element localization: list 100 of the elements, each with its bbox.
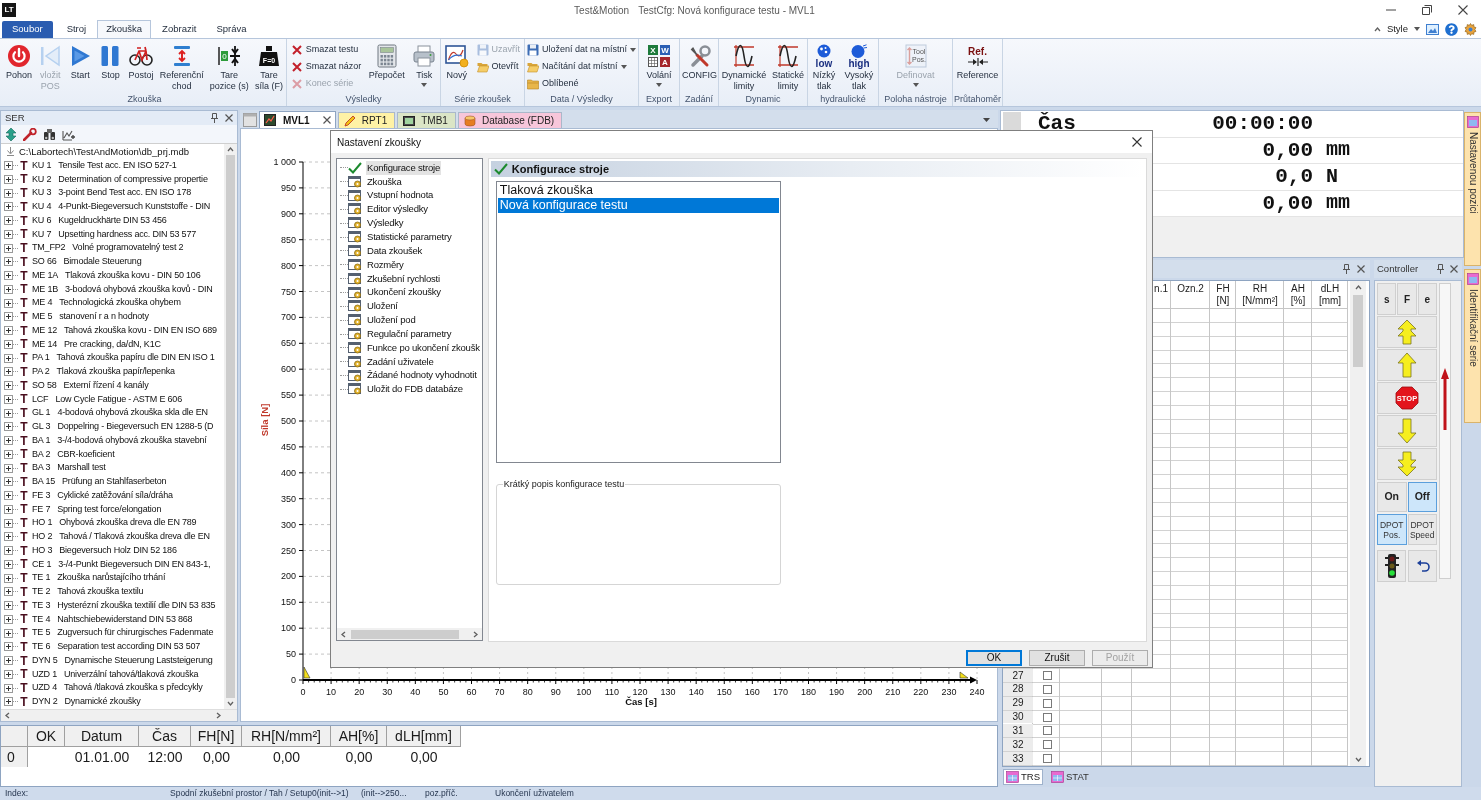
expand-icon[interactable]: [4, 202, 13, 212]
tree-item[interactable]: DYN 2 Dynamické zkoušky: [32, 695, 141, 709]
ribbon-tab[interactable]: Zkouška: [97, 20, 152, 38]
caret-down-icon[interactable]: [983, 117, 990, 122]
close-icon[interactable]: [1450, 265, 1458, 273]
expand-icon[interactable]: [4, 642, 13, 652]
cancel-button[interactable]: Zrušit: [1029, 650, 1085, 666]
description-field[interactable]: Krátký popis konfigurace testu: [495, 478, 781, 585]
nav-item[interactable]: Žádané hodnoty vyhodnotit: [366, 368, 478, 383]
help-icon[interactable]: [1445, 22, 1458, 36]
tree-item[interactable]: TE 3 Hysterézní zkouška textilií dle DIN 53 835: [32, 598, 216, 613]
nav-item[interactable]: Funkce po ukončení zkoušk: [366, 340, 481, 355]
side-tab[interactable]: Nastavenou pozici: [1464, 112, 1481, 266]
ribbon-tab[interactable]: Stroj: [57, 21, 96, 38]
nav-item[interactable]: Uložit do FDB databáze: [366, 382, 464, 397]
side-tab[interactable]: Identifikační serie: [1464, 269, 1481, 423]
expand-icon[interactable]: [4, 422, 13, 432]
tree-item[interactable]: KU 1 Tensile Test acc. EN ISO 527-1: [32, 158, 177, 173]
document-tab[interactable]: TMB1: [397, 112, 456, 128]
checkbox[interactable]: [1043, 698, 1052, 708]
tree-item[interactable]: ME 5 stanovení r a n hodnoty: [32, 310, 149, 324]
drive-toggle-button[interactable]: On: [1377, 482, 1407, 512]
tree-item[interactable]: ME 1A Tlaková zkouška kovu - DIN 50 106: [32, 268, 201, 283]
horizontal-scrollbar[interactable]: [1, 709, 237, 721]
undo-button[interactable]: [1408, 550, 1437, 582]
document-tab[interactable]: MVL1: [259, 111, 336, 128]
tree-item[interactable]: KU 3 3-point Bend Test acc. EN ISO 178: [32, 186, 192, 200]
close-icon[interactable]: [1357, 265, 1365, 273]
expand-icon[interactable]: [4, 477, 13, 487]
mode-button[interactable]: s: [1377, 283, 1397, 315]
low-pressure-button[interactable]: low Nízký tlak: [810, 39, 838, 91]
pin-icon[interactable]: [1343, 264, 1350, 274]
high-pressure-button[interactable]: high Vysoký tlak: [842, 39, 876, 91]
expand-icon[interactable]: [4, 656, 13, 666]
mode-button[interactable]: F: [1397, 283, 1417, 315]
load-data-button[interactable]: Načítání dat místní: [525, 58, 639, 75]
expand-icon[interactable]: [4, 243, 13, 253]
save-data-button[interactable]: Uložení dat na místní: [525, 41, 639, 58]
tree-root[interactable]: C:\Labortech\TestAndMotion\db_prj.mdb: [19, 144, 190, 159]
chevron-right-icon[interactable]: [215, 712, 222, 719]
tree-item[interactable]: FE 7 Spring test force/elongation: [32, 502, 162, 517]
tree-item[interactable]: SO 58 Externí řízení 4 kanály: [32, 378, 149, 393]
nav-item[interactable]: Zkušební rychlosti: [366, 271, 441, 286]
tree-item[interactable]: BA 1 3-/4-bodová ohybová zkouška stavební: [32, 433, 207, 448]
tare-position-button[interactable]: 0 Tare pozice (s): [207, 39, 251, 91]
tree-item[interactable]: UZD 4 Tahová /tlaková zkouška s předcykly: [32, 681, 203, 695]
nav-item[interactable]: Rozměry: [366, 257, 405, 272]
expand-icon[interactable]: [4, 532, 13, 542]
tree-item[interactable]: DYN 5 Dynamische Steuerung Laststeigerung: [32, 653, 213, 668]
stop-button[interactable]: Stop: [96, 39, 125, 81]
tree-item[interactable]: GL 1 4-bodová ohybová zkouška skla dle EN: [32, 406, 208, 420]
config-button[interactable]: CONFIG: [680, 39, 719, 81]
tree-item[interactable]: HO 1 Ohybová zkouška dreva dle EN 789: [32, 516, 197, 530]
expand-icon[interactable]: [4, 587, 13, 597]
tree-item[interactable]: HO 2 Tahová / Tlaková zkouška dreva dle EN: [32, 530, 210, 544]
panel-tab[interactable]: TRS: [1003, 769, 1043, 785]
expand-icon[interactable]: [4, 546, 13, 556]
chevron-up-icon[interactable]: [1354, 284, 1362, 291]
gear-icon[interactable]: [1464, 22, 1477, 36]
tree-item[interactable]: KU 6 Kugeldruckhärte DIN 53 456: [32, 213, 167, 228]
expand-icon[interactable]: [4, 339, 13, 349]
pin-icon[interactable]: [211, 113, 218, 123]
tree-item[interactable]: TE 2 Tahová zkouška textilu: [32, 585, 144, 599]
expand-icon[interactable]: [4, 463, 13, 473]
signal-button[interactable]: [1377, 550, 1406, 582]
new-series-button[interactable]: Nový: [442, 39, 471, 81]
tree-item[interactable]: LCF Low Cycle Fatigue - ASTM E 606: [32, 392, 182, 407]
pin-icon[interactable]: [1437, 264, 1444, 274]
tree-item[interactable]: KU 7 Upsetting hardness acc. DIN 53 577: [32, 227, 196, 242]
expand-icon[interactable]: [4, 573, 13, 583]
tree-item[interactable]: KU 4 4-Punkt-Biegeversuch Kunststoffe - DIN: [32, 200, 211, 214]
chevron-up-icon[interactable]: [227, 146, 234, 153]
dpot-mode-button[interactable]: DPOT Pos.: [1377, 514, 1407, 545]
expand-icon[interactable]: [4, 161, 13, 171]
checkbox[interactable]: [1043, 726, 1052, 736]
tree-item[interactable]: UZD 1 Univerzální tahová/tlaková zkouška: [32, 667, 199, 682]
configuration-list[interactable]: Tlaková zkouška Nová konfigurace testu: [495, 181, 781, 463]
expand-icon[interactable]: [4, 614, 13, 624]
ribbon-tab[interactable]: Zobrazit: [153, 21, 206, 38]
expand-icon[interactable]: [4, 504, 13, 514]
static-limits-button[interactable]: Statické limity: [770, 39, 807, 91]
scrollbar-thumb[interactable]: [1353, 295, 1363, 367]
dynamic-limits-button[interactable]: Dynamické limity: [719, 39, 769, 91]
wrench-icon[interactable]: [23, 127, 37, 141]
print-button[interactable]: Tisk: [410, 39, 439, 87]
expand-icon[interactable]: [4, 271, 13, 281]
expand-icon[interactable]: [4, 216, 13, 226]
expand-icon[interactable]: [4, 284, 13, 294]
expand-icon[interactable]: [4, 449, 13, 459]
expand-icon[interactable]: [4, 436, 13, 446]
tree-item[interactable]: BA 2 CBR-koeficient: [32, 447, 115, 462]
ok-button[interactable]: OK: [966, 650, 1022, 666]
panel-tab[interactable]: STAT: [1048, 769, 1092, 785]
nav-item[interactable]: Uložení pod: [366, 313, 417, 328]
delete-view-button[interactable]: Smazat názor: [288, 58, 364, 75]
tree-item[interactable]: ME 14 Pre cracking, da/dN, K1C: [32, 337, 161, 352]
tree-item[interactable]: TM_FP2 Volné programovatelný test 2: [32, 241, 184, 255]
expand-icon[interactable]: [4, 229, 13, 239]
open-series-button[interactable]: Otevřít: [474, 58, 523, 75]
expand-icon[interactable]: [4, 257, 13, 267]
